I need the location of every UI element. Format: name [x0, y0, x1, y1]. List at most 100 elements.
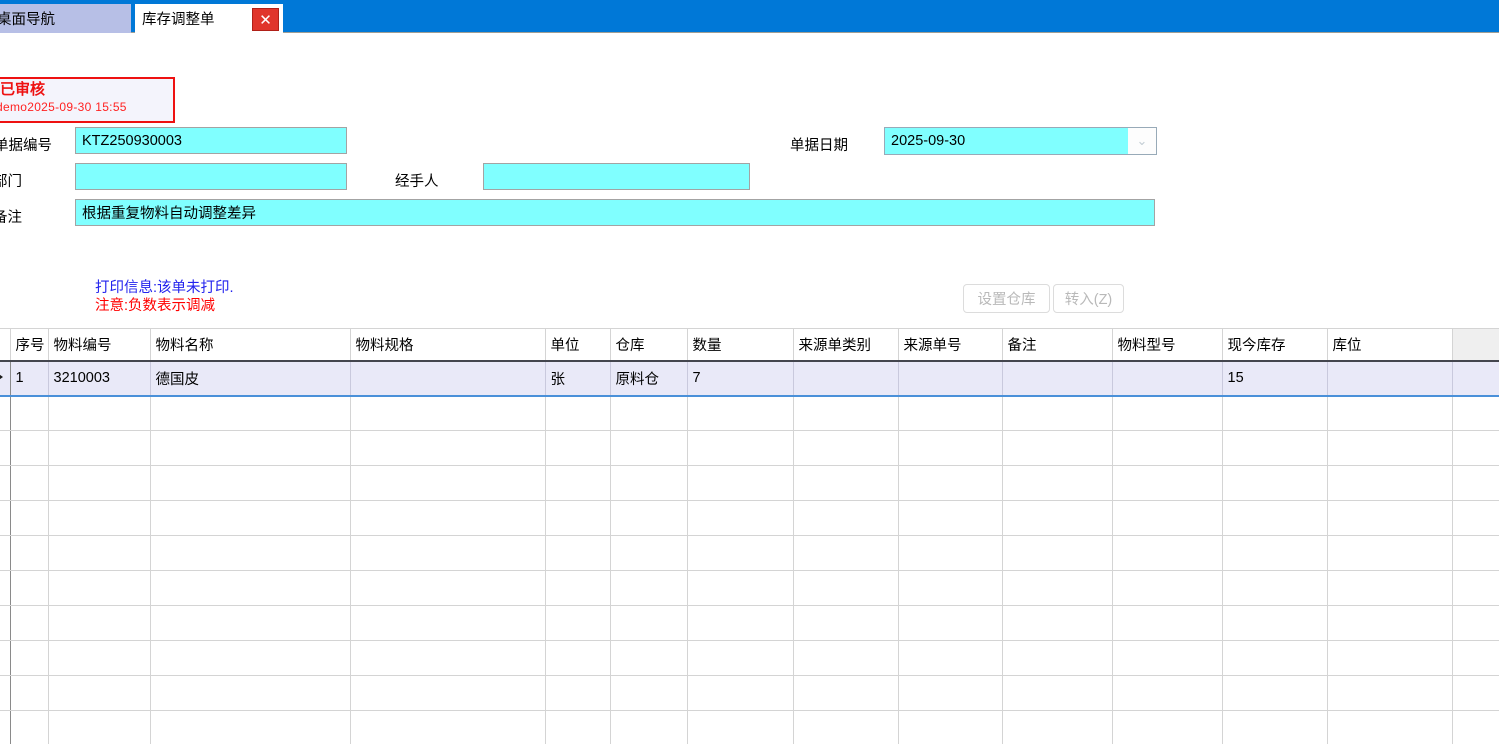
grid-cell[interactable] — [898, 641, 1002, 676]
grid-cell[interactable] — [48, 571, 150, 606]
grid-cell[interactable] — [1327, 676, 1452, 711]
grid-cell[interactable] — [10, 431, 48, 466]
grid-cell[interactable] — [1002, 606, 1112, 641]
grid-cell[interactable] — [1112, 606, 1222, 641]
grid-cell[interactable] — [1112, 431, 1222, 466]
close-tab-icon[interactable]: ✕ — [252, 8, 279, 31]
grid-cell[interactable] — [898, 361, 1002, 396]
grid-cell[interactable] — [10, 501, 48, 536]
grid-cell[interactable] — [1002, 711, 1112, 744]
column-header-11[interactable]: 物料型号 — [1112, 329, 1222, 361]
grid-cell[interactable] — [48, 536, 150, 571]
row-header-cell[interactable] — [0, 466, 10, 501]
grid-cell[interactable] — [350, 431, 545, 466]
row-header-cell[interactable] — [0, 501, 10, 536]
grid-cell[interactable] — [350, 466, 545, 501]
grid-cell[interactable] — [545, 396, 610, 431]
grid-cell[interactable] — [793, 396, 898, 431]
handler-field[interactable] — [483, 163, 750, 190]
grid-cell[interactable] — [1222, 466, 1327, 501]
grid-cell[interactable] — [1452, 676, 1499, 711]
grid-cell[interactable] — [1222, 606, 1327, 641]
row-header-cell[interactable] — [0, 396, 10, 431]
grid-cell[interactable] — [898, 536, 1002, 571]
grid-cell[interactable] — [793, 571, 898, 606]
row-header-cell[interactable] — [0, 676, 10, 711]
grid-cell[interactable] — [687, 396, 793, 431]
grid-cell[interactable] — [350, 396, 545, 431]
column-header-10[interactable]: 备注 — [1002, 329, 1112, 361]
grid-cell[interactable] — [793, 676, 898, 711]
grid-cell[interactable] — [545, 431, 610, 466]
grid-cell[interactable] — [793, 431, 898, 466]
grid-cell[interactable] — [793, 606, 898, 641]
table-row-empty[interactable] — [0, 466, 1499, 501]
column-header-13[interactable]: 库位 — [1327, 329, 1452, 361]
grid-cell[interactable] — [1112, 466, 1222, 501]
grid-cell[interactable] — [1452, 641, 1499, 676]
grid-cell[interactable] — [1452, 431, 1499, 466]
grid-cell[interactable] — [1002, 571, 1112, 606]
column-header-8[interactable]: 来源单类别 — [793, 329, 898, 361]
grid-cell[interactable] — [610, 676, 687, 711]
grid-cell[interactable] — [1112, 396, 1222, 431]
grid-cell[interactable] — [1002, 641, 1112, 676]
grid-cell[interactable] — [610, 571, 687, 606]
grid-cell[interactable] — [1222, 676, 1327, 711]
grid-cell[interactable]: 德国皮 — [150, 361, 350, 396]
grid-cell[interactable] — [1112, 361, 1222, 396]
set-warehouse-button[interactable]: 设置仓库 — [963, 284, 1050, 313]
grid-cell[interactable] — [1327, 536, 1452, 571]
grid-cell[interactable] — [1452, 396, 1499, 431]
grid-cell[interactable] — [1002, 466, 1112, 501]
grid-cell[interactable] — [1327, 431, 1452, 466]
grid-cell[interactable] — [10, 571, 48, 606]
grid-cell[interactable] — [793, 711, 898, 744]
grid-cell[interactable] — [687, 466, 793, 501]
row-header-cell[interactable] — [0, 431, 10, 466]
grid-cell[interactable] — [350, 571, 545, 606]
grid-cell[interactable] — [1112, 676, 1222, 711]
grid-cell[interactable] — [1327, 466, 1452, 501]
grid-corner-header[interactable] — [0, 329, 10, 361]
column-header-5[interactable]: 单位 — [545, 329, 610, 361]
column-header-7[interactable]: 数量 — [687, 329, 793, 361]
grid-cell[interactable] — [898, 396, 1002, 431]
grid-cell[interactable] — [1222, 641, 1327, 676]
grid-cell[interactable] — [10, 676, 48, 711]
grid-cell[interactable] — [610, 641, 687, 676]
grid-cell[interactable] — [687, 536, 793, 571]
column-header-4[interactable]: 物料规格 — [350, 329, 545, 361]
grid-cell[interactable] — [1327, 641, 1452, 676]
table-row-empty[interactable] — [0, 501, 1499, 536]
grid-cell[interactable] — [1112, 711, 1222, 744]
grid-cell[interactable] — [48, 676, 150, 711]
grid-cell[interactable] — [48, 641, 150, 676]
grid-cell[interactable] — [10, 606, 48, 641]
table-row-empty[interactable] — [0, 676, 1499, 711]
grid-cell[interactable] — [898, 676, 1002, 711]
grid-cell[interactable] — [610, 501, 687, 536]
grid-cell[interactable] — [687, 641, 793, 676]
transfer-in-button[interactable]: 转入(Z) — [1053, 284, 1124, 313]
grid-cell[interactable] — [610, 536, 687, 571]
table-row-empty[interactable] — [0, 536, 1499, 571]
grid-cell[interactable] — [1112, 641, 1222, 676]
grid-cell[interactable] — [1222, 396, 1327, 431]
grid-cell[interactable] — [610, 606, 687, 641]
grid-cell[interactable] — [48, 606, 150, 641]
grid-cell[interactable] — [610, 466, 687, 501]
table-row-empty[interactable] — [0, 396, 1499, 431]
grid-cell[interactable] — [10, 711, 48, 744]
grid-cell[interactable] — [1452, 711, 1499, 744]
column-header-3[interactable]: 物料名称 — [150, 329, 350, 361]
grid-cell[interactable]: 3210003 — [48, 361, 150, 396]
grid-cell[interactable] — [48, 396, 150, 431]
row-header-cell[interactable] — [0, 536, 10, 571]
grid-cell[interactable] — [898, 431, 1002, 466]
grid-cell[interactable] — [793, 501, 898, 536]
grid-cell[interactable] — [48, 431, 150, 466]
grid-cell[interactable] — [1222, 501, 1327, 536]
grid-cell[interactable] — [48, 711, 150, 744]
grid-cell[interactable] — [1452, 501, 1499, 536]
